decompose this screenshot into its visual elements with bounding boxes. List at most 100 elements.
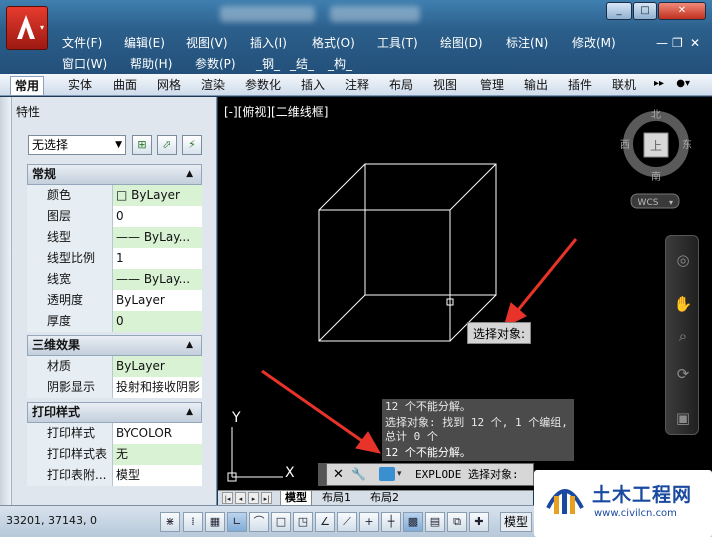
command-prompt[interactable]: EXPLODE 选择对象: [415, 464, 519, 485]
selection-dropdown[interactable]: 无选择 ▼ [28, 135, 126, 155]
menu-help[interactable]: 帮助(H) [130, 55, 172, 72]
compass-east[interactable]: 东 [682, 138, 692, 151]
ucs-menu[interactable]: WCS [638, 198, 659, 208]
property-row[interactable]: 线宽 —— ByLay... [27, 269, 202, 290]
tab-layout[interactable]: 布局 [385, 76, 417, 95]
application-menu-button[interactable]: ▾ [6, 6, 48, 50]
menu-parametric[interactable]: 参数(P) [195, 55, 236, 72]
property-value[interactable]: —— ByLay... [113, 227, 202, 248]
tab-annotate[interactable]: 注释 [341, 76, 373, 95]
next-layout-icon[interactable]: ▸ [248, 492, 259, 504]
tab-plugins[interactable]: 插件 [564, 76, 596, 95]
ribbon-minimize-icon[interactable]: ●▾ [676, 78, 690, 89]
compass-south[interactable]: 南 [651, 170, 661, 183]
last-layout-icon[interactable]: ▸| [261, 492, 272, 504]
tab-model[interactable]: 模型 [280, 491, 312, 506]
object-snap-tracking-icon[interactable]: ∠ [315, 512, 335, 532]
property-row[interactable]: 颜色 □ ByLayer [27, 185, 202, 206]
collapse-icon[interactable]: ▲ [186, 403, 193, 422]
prev-layout-icon[interactable]: ◂ [235, 492, 246, 504]
property-row[interactable]: 打印样式 BYCOLOR [27, 423, 202, 444]
tab-online[interactable]: 联机 [608, 76, 640, 95]
drawing-viewport[interactable]: [-][俯视][二维线框] Y X 上 北 南 西 东 WCS ▾ ◎ ✋ ⌕ … [218, 97, 712, 490]
menu-file[interactable]: 文件(F) [62, 34, 102, 51]
property-value[interactable]: BYCOLOR [113, 423, 202, 444]
menu-dimension[interactable]: 标注(N) [506, 34, 548, 51]
property-value[interactable]: 0 [113, 311, 202, 332]
tab-surface[interactable]: 曲面 [109, 76, 141, 95]
tab-render[interactable]: 渲染 [197, 76, 229, 95]
tab-solid[interactable]: 实体 [64, 76, 96, 95]
property-value[interactable]: □ ByLayer [113, 185, 202, 206]
viewcube[interactable]: 上 北 南 西 东 WCS ▾ [620, 109, 692, 209]
tab-manage[interactable]: 管理 [476, 76, 508, 95]
polar-tracking-icon[interactable]: ⌒ [249, 512, 269, 532]
zoom-icon[interactable]: ⌕ [673, 326, 693, 346]
mdi-close-button[interactable]: ✕ [690, 36, 700, 50]
section-plot-style[interactable]: 打印样式 ▲ [27, 402, 202, 423]
property-value[interactable]: 模型 [113, 465, 202, 486]
pan-hand-icon[interactable]: ✋ [673, 294, 693, 314]
collapse-icon[interactable]: ▲ [186, 336, 193, 355]
viewcube-face-top[interactable]: 上 [650, 139, 662, 153]
menu-format[interactable]: 格式(O) [312, 34, 355, 51]
3d-object-snap-icon[interactable]: ◳ [293, 512, 313, 532]
ortho-mode-icon[interactable]: ∟ [227, 512, 247, 532]
property-row[interactable]: 图层 0 [27, 206, 202, 227]
annotation-monitor-icon[interactable]: ✚ [469, 512, 489, 532]
minimize-button[interactable]: _ [606, 2, 632, 20]
menu-draw[interactable]: 绘图(D) [440, 34, 483, 51]
property-row[interactable]: 材质 ByLayer [27, 356, 202, 377]
palette-grip[interactable] [0, 97, 12, 505]
ribbon-overflow-icon[interactable]: ▸▸ [654, 78, 664, 89]
compass-north[interactable]: 北 [651, 109, 661, 121]
grid-display-icon[interactable]: ▦ [205, 512, 225, 532]
section-general[interactable]: 常规 ▲ [27, 164, 202, 185]
select-objects-icon[interactable]: ⬀ [157, 135, 177, 155]
first-layout-icon[interactable]: |◂ [222, 492, 233, 504]
showmotion-icon[interactable]: ▣ [673, 408, 693, 428]
property-row[interactable]: 线型 —— ByLay... [27, 227, 202, 248]
orbit-icon[interactable]: ⟳ [673, 364, 693, 384]
command-line[interactable]: ✕ 🔧 ▾ EXPLODE 选择对象: [326, 463, 534, 486]
menu-window[interactable]: 窗口(W) [62, 55, 107, 72]
property-value[interactable]: 1 [113, 248, 202, 269]
steering-wheel-icon[interactable]: ◎ [673, 250, 693, 270]
property-value[interactable]: 0 [113, 206, 202, 227]
close-icon[interactable]: ✕ [333, 464, 344, 485]
menu-modify[interactable]: 修改(M) [572, 34, 616, 51]
property-row[interactable]: 透明度 ByLayer [27, 290, 202, 311]
command-line-grip[interactable] [318, 463, 326, 486]
menu-view[interactable]: 视图(V) [186, 34, 228, 51]
property-row[interactable]: 阴影显示 投射和接收阴影 [27, 377, 202, 398]
menu-edit[interactable]: 编辑(E) [124, 34, 165, 51]
menu-insert[interactable]: 插入(I) [250, 34, 287, 51]
property-row[interactable]: 线型比例 1 [27, 248, 202, 269]
property-value[interactable]: ByLayer [113, 356, 202, 377]
snap-mode-icon[interactable]: ⁞ [183, 512, 203, 532]
model-space-button[interactable]: 模型 [500, 512, 532, 532]
lineweight-icon[interactable]: ┼ [381, 512, 401, 532]
menu-structure-1[interactable]: _结_ [290, 55, 314, 72]
tab-home[interactable]: 常用 [10, 76, 45, 95]
tab-view[interactable]: 视图 [429, 76, 461, 95]
tab-parametric[interactable]: 参数化 [241, 76, 285, 95]
property-value[interactable]: 无 [113, 444, 202, 465]
tab-mesh[interactable]: 网格 [153, 76, 185, 95]
property-row[interactable]: 打印表附... 模型 [27, 465, 202, 486]
dynamic-ucs-icon[interactable]: ⟋ [337, 512, 357, 532]
dynamic-input-icon[interactable]: + [359, 512, 379, 532]
tab-layout1[interactable]: 布局1 [318, 491, 355, 506]
chevron-down-icon[interactable]: ▾ [397, 464, 402, 485]
infer-constraints-icon[interactable]: ⋇ [160, 512, 180, 532]
quick-select-icon[interactable]: ⚡ [182, 135, 202, 155]
transparency-icon[interactable]: ▩ [403, 512, 423, 532]
mdi-restore-button[interactable]: ❐ [672, 36, 683, 50]
toggle-pickadd-icon[interactable]: ⊞ [132, 135, 152, 155]
menu-steel[interactable]: _钢_ [256, 55, 280, 72]
cube-wireframe[interactable] [318, 163, 497, 342]
menu-structure-2[interactable]: _构_ [328, 55, 352, 72]
property-value[interactable]: —— ByLay... [113, 269, 202, 290]
property-value[interactable]: 投射和接收阴影 [113, 377, 202, 398]
section-3d-visualization[interactable]: 三维效果 ▲ [27, 335, 202, 356]
